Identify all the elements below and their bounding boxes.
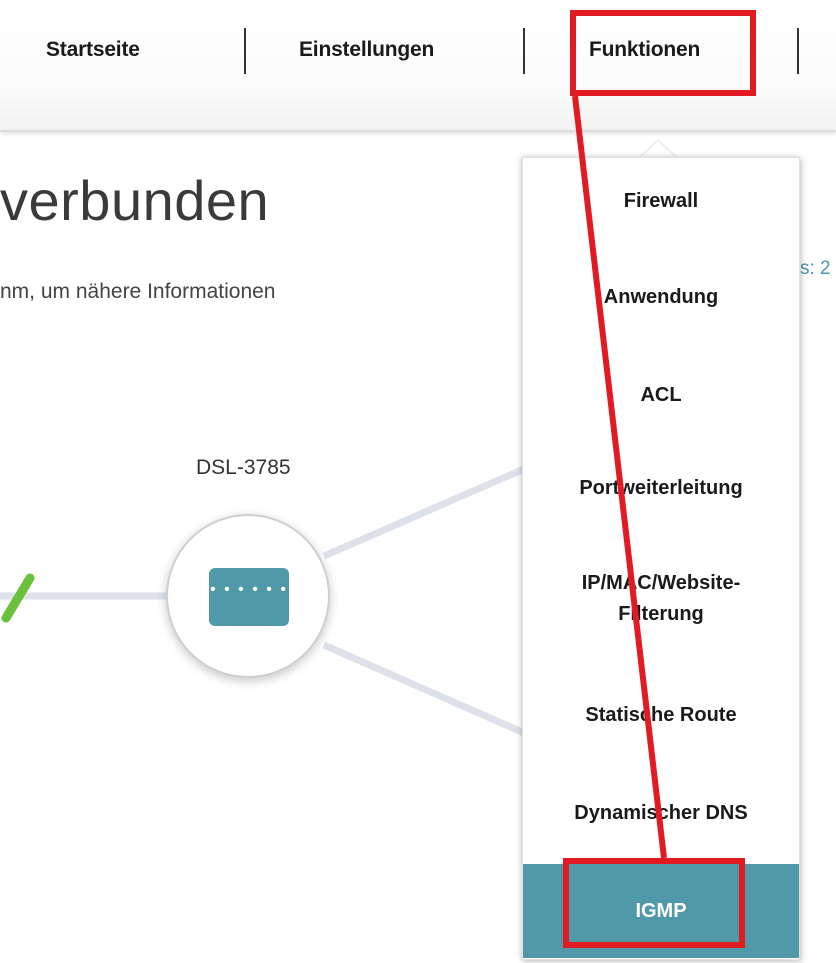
router-icon: • • • • • • [209, 568, 289, 626]
menu-item-dynamischer-dns[interactable]: Dynamischer DNS [523, 798, 799, 829]
menu-item-ip-mac-website-filterung[interactable]: IP/MAC/Website-Filterung [523, 568, 799, 630]
nav-separator [523, 28, 525, 74]
menu-item-statische-route[interactable]: Statische Route [523, 700, 799, 731]
router-device-node[interactable]: • • • • • • [166, 514, 330, 678]
dropdown-pointer [640, 141, 676, 158]
menu-item-acl[interactable]: ACL [523, 380, 799, 411]
nav-item-einstellungen[interactable]: Einstellungen [299, 38, 434, 62]
status-snippet: s: 2 [800, 258, 831, 279]
topology-link-lower [322, 641, 542, 744]
nav-separator [797, 28, 799, 74]
connection-ok-check-icon [1, 573, 35, 623]
page-title: verbunden [0, 169, 270, 232]
annotation-highlight-igmp [563, 858, 745, 948]
funktionen-dropdown-menu: Firewall Anwendung ACL Portweiterleitung… [522, 157, 800, 960]
page-subtitle: nm, um nähere Informationen [0, 280, 276, 303]
menu-item-anwendung[interactable]: Anwendung [523, 282, 799, 313]
device-name-label: DSL-3785 [196, 456, 291, 479]
annotation-highlight-funktionen [570, 10, 756, 96]
topology-link-upper [322, 458, 542, 560]
nav-separator [244, 28, 246, 74]
menu-item-firewall[interactable]: Firewall [523, 186, 799, 217]
menu-item-portweiterleitung[interactable]: Portweiterleitung [523, 473, 799, 504]
nav-item-startseite[interactable]: Startseite [46, 38, 140, 62]
